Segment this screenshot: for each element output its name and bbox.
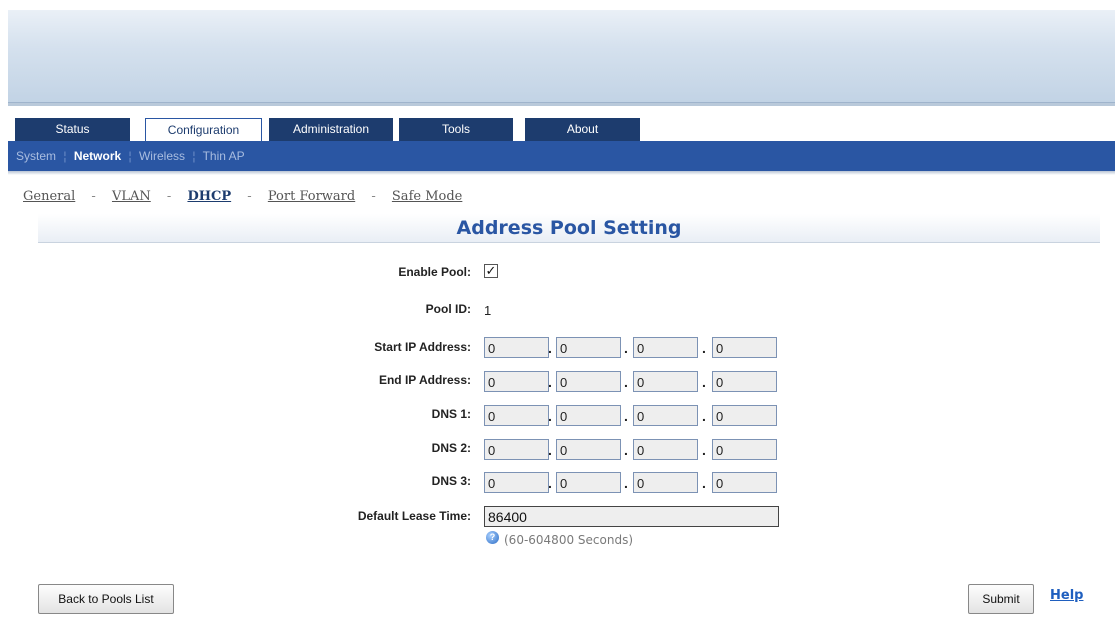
sub-navigation: System ¦ Network ¦ Wireless ¦ Thin AP: [8, 141, 1115, 171]
ip-dot: .: [702, 340, 706, 356]
ip-dot: .: [548, 475, 552, 491]
ip-dot: .: [624, 475, 628, 491]
ip-dot: .: [548, 408, 552, 424]
start-ip-octet-1[interactable]: 0: [484, 337, 549, 358]
ip-dot: .: [548, 340, 552, 356]
dns3-octet-1[interactable]: 0: [484, 472, 549, 493]
dns2-octet-4[interactable]: 0: [712, 439, 777, 460]
dns2-octet-3[interactable]: 0: [633, 439, 698, 460]
end-ip-octet-1[interactable]: 0: [484, 371, 549, 392]
dns1-octet-4[interactable]: 0: [712, 405, 777, 426]
start-ip-octet-2[interactable]: 0: [556, 337, 621, 358]
checkmark-icon: ✓: [485, 263, 497, 278]
tab-status[interactable]: Status: [15, 118, 130, 141]
breadcrumb: General - VLAN - DHCP - Port Forward - S…: [23, 189, 462, 204]
ip-dot: .: [702, 442, 706, 458]
crumb-separator: -: [166, 189, 172, 204]
dns1-octet-3[interactable]: 0: [633, 405, 698, 426]
ip-dot: .: [624, 340, 628, 356]
submit-button[interactable]: Submit: [968, 584, 1034, 614]
ip-dot: .: [702, 408, 706, 424]
tab-tools[interactable]: Tools: [399, 118, 513, 141]
subnav-item-thin-ap[interactable]: Thin AP: [203, 149, 245, 163]
end-ip-octet-2[interactable]: 0: [556, 371, 621, 392]
dns3-octet-4[interactable]: 0: [712, 472, 777, 493]
crumb-dhcp[interactable]: DHCP: [187, 189, 231, 204]
start-ip-label: Start IP Address:: [374, 340, 471, 354]
subnav-item-network[interactable]: Network: [74, 149, 121, 163]
crumb-separator: -: [91, 189, 96, 204]
pool-id-label: Pool ID:: [425, 302, 471, 316]
lease-time-hint: (60-604800 Seconds): [504, 533, 633, 547]
header-banner: [8, 10, 1115, 103]
dns2-octet-1[interactable]: 0: [484, 439, 549, 460]
crumb-general[interactable]: General: [23, 189, 75, 204]
enable-pool-checkbox[interactable]: ✓: [484, 264, 498, 278]
lease-time-label: Default Lease Time:: [357, 509, 471, 523]
subnav-item-system[interactable]: System: [16, 149, 56, 163]
ip-dot: .: [624, 408, 628, 424]
subnav-separator: ¦: [192, 149, 196, 163]
ip-dot: .: [624, 374, 628, 390]
crumb-safe-mode[interactable]: Safe Mode: [392, 189, 462, 204]
start-ip-octet-4[interactable]: 0: [712, 337, 777, 358]
dns3-octet-3[interactable]: 0: [633, 472, 698, 493]
dns2-label: DNS 2:: [431, 441, 471, 455]
dns1-label: DNS 1:: [431, 407, 471, 421]
enable-pool-label: Enable Pool:: [398, 265, 471, 279]
back-to-pools-button[interactable]: Back to Pools List: [38, 584, 174, 614]
crumb-separator: -: [247, 189, 252, 204]
ip-dot: .: [548, 374, 552, 390]
header-rule: [8, 103, 1115, 106]
ip-dot: .: [702, 475, 706, 491]
end-ip-label: End IP Address:: [378, 373, 471, 387]
crumb-vlan[interactable]: VLAN: [112, 189, 151, 204]
tab-configuration[interactable]: Configuration: [145, 118, 262, 142]
subnav-separator: ¦: [63, 149, 67, 163]
lease-time-input[interactable]: 86400: [484, 506, 779, 527]
subnav-shadow: [8, 171, 1115, 175]
dns3-label: DNS 3:: [431, 474, 471, 488]
dns1-octet-2[interactable]: 0: [556, 405, 621, 426]
pool-id-value: 1: [484, 303, 492, 318]
page-title: Address Pool Setting: [456, 217, 682, 239]
info-icon: ?: [486, 531, 499, 544]
dns1-octet-1[interactable]: 0: [484, 405, 549, 426]
subnav-separator: ¦: [128, 149, 132, 163]
end-ip-octet-3[interactable]: 0: [633, 371, 698, 392]
dns2-octet-2[interactable]: 0: [556, 439, 621, 460]
crumb-separator: -: [371, 189, 376, 204]
tab-administration[interactable]: Administration: [269, 118, 393, 141]
help-link[interactable]: Help: [1050, 588, 1083, 603]
ip-dot: .: [624, 442, 628, 458]
section-header: Address Pool Setting: [38, 214, 1100, 243]
ip-dot: .: [702, 374, 706, 390]
ip-dot: .: [548, 442, 552, 458]
end-ip-octet-4[interactable]: 0: [712, 371, 777, 392]
start-ip-octet-3[interactable]: 0: [633, 337, 698, 358]
tab-about[interactable]: About: [525, 118, 640, 141]
dns3-octet-2[interactable]: 0: [556, 472, 621, 493]
crumb-port-forward[interactable]: Port Forward: [268, 189, 355, 204]
subnav-item-wireless[interactable]: Wireless: [139, 149, 185, 163]
